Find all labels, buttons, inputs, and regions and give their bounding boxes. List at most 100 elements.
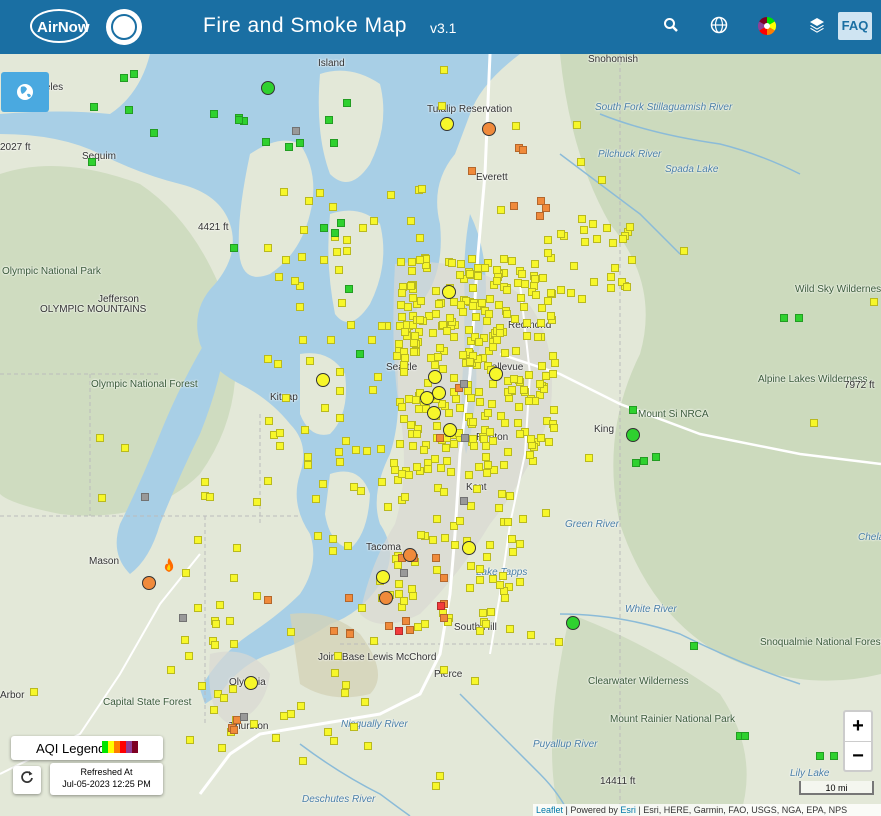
sensor-marker[interactable] xyxy=(336,387,345,396)
sensor-marker[interactable] xyxy=(230,726,238,734)
sensor-marker[interactable] xyxy=(287,710,296,719)
sensor-marker[interactable] xyxy=(456,516,465,525)
sensor-marker[interactable] xyxy=(319,479,328,488)
sensor-marker[interactable] xyxy=(536,434,545,443)
sensor-marker[interactable] xyxy=(589,277,598,286)
sensor-marker[interactable] xyxy=(335,265,344,274)
sensor-marker[interactable] xyxy=(331,229,339,237)
sensor-marker[interactable] xyxy=(780,314,788,322)
sensor-marker[interactable] xyxy=(543,248,552,257)
sensor-marker[interactable] xyxy=(334,651,342,660)
sensor-marker[interactable] xyxy=(496,411,505,420)
sensor-marker[interactable] xyxy=(521,279,530,288)
monitor-marker[interactable] xyxy=(489,367,503,381)
monitor-marker[interactable] xyxy=(376,570,390,584)
sensor-marker[interactable] xyxy=(264,354,273,363)
monitor-marker[interactable] xyxy=(443,423,457,437)
sensor-marker[interactable] xyxy=(167,666,175,674)
sensor-marker[interactable] xyxy=(533,332,542,341)
sensor-marker[interactable] xyxy=(350,722,359,731)
sensor-marker[interactable] xyxy=(262,138,270,146)
sensor-marker[interactable] xyxy=(406,281,415,290)
sensor-marker[interactable] xyxy=(496,329,505,338)
sensor-marker[interactable] xyxy=(264,243,273,252)
sensor-marker[interactable] xyxy=(253,592,261,600)
sensor-marker[interactable] xyxy=(509,547,518,556)
sensor-marker[interactable] xyxy=(230,244,238,252)
sensor-marker[interactable] xyxy=(370,636,379,645)
sensor-marker[interactable] xyxy=(588,220,597,229)
sensor-marker[interactable] xyxy=(416,256,425,265)
sensor-marker[interactable] xyxy=(466,584,475,593)
sensor-marker[interactable] xyxy=(548,351,557,360)
sensor-marker[interactable] xyxy=(469,283,478,292)
monitor-marker[interactable] xyxy=(482,122,496,136)
sensor-marker[interactable] xyxy=(377,478,386,487)
sensor-marker[interactable] xyxy=(464,470,473,479)
sensor-marker[interactable] xyxy=(313,532,322,541)
sensor-marker[interactable] xyxy=(418,185,426,193)
sensor-marker[interactable] xyxy=(472,312,481,321)
sensor-marker[interactable] xyxy=(546,311,555,320)
sensor-marker[interactable] xyxy=(363,742,372,751)
sensor-marker[interactable] xyxy=(415,233,424,242)
sensor-marker[interactable] xyxy=(505,492,514,501)
sensor-marker[interactable] xyxy=(492,276,501,285)
sensor-marker[interactable] xyxy=(494,301,503,310)
sensor-marker[interactable] xyxy=(581,237,590,246)
monitor-marker[interactable] xyxy=(261,81,275,95)
sensor-marker[interactable] xyxy=(399,414,408,423)
sensor-marker[interactable] xyxy=(406,216,415,225)
sensor-marker[interactable] xyxy=(386,190,395,199)
sensor-marker[interactable] xyxy=(495,581,504,590)
sensor-marker[interactable] xyxy=(488,343,497,352)
sensor-marker[interactable] xyxy=(497,206,505,214)
sensor-marker[interactable] xyxy=(499,255,508,264)
sensor-marker[interactable] xyxy=(90,103,98,111)
sensor-marker[interactable] xyxy=(519,385,528,394)
sensor-marker[interactable] xyxy=(578,294,587,303)
sensor-marker[interactable] xyxy=(536,380,545,389)
sensor-marker[interactable] xyxy=(512,122,520,130)
sensor-marker[interactable] xyxy=(276,428,285,437)
sensor-marker[interactable] xyxy=(404,302,413,311)
sensor-marker[interactable] xyxy=(377,321,386,330)
sensor-marker[interactable] xyxy=(509,375,518,384)
sensor-marker[interactable] xyxy=(473,484,482,493)
monitor-marker[interactable] xyxy=(440,117,454,131)
sensor-marker[interactable] xyxy=(607,283,616,292)
sensor-marker[interactable] xyxy=(229,685,238,694)
sensor-marker[interactable] xyxy=(497,489,506,498)
sensor-marker[interactable] xyxy=(395,339,403,348)
epa-logo[interactable] xyxy=(106,9,142,45)
sensor-marker[interactable] xyxy=(385,622,393,630)
sensor-marker[interactable] xyxy=(478,299,487,308)
monitor-marker[interactable] xyxy=(379,591,393,605)
sensor-marker[interactable] xyxy=(30,688,38,696)
sensor-marker[interactable] xyxy=(368,386,377,395)
color-wheel-icon[interactable] xyxy=(756,16,778,38)
sensor-marker[interactable] xyxy=(440,534,449,543)
search-icon[interactable] xyxy=(660,16,682,38)
sensor-marker[interactable] xyxy=(336,413,345,422)
sensor-marker[interactable] xyxy=(500,419,509,428)
sensor-marker[interactable] xyxy=(275,273,284,282)
sensor-marker[interactable] xyxy=(503,518,512,527)
sensor-marker[interactable] xyxy=(465,325,474,334)
sensor-marker[interactable] xyxy=(212,620,220,628)
sensor-marker[interactable] xyxy=(690,642,698,650)
globe-button[interactable] xyxy=(1,72,49,112)
sensor-marker[interactable] xyxy=(408,293,417,302)
sensor-marker[interactable] xyxy=(198,681,207,690)
sensor-marker[interactable] xyxy=(502,310,511,319)
sensor-marker[interactable] xyxy=(217,743,226,752)
sensor-marker[interactable] xyxy=(395,627,403,635)
sensor-marker[interactable] xyxy=(573,121,581,129)
sensor-marker[interactable] xyxy=(516,293,525,302)
sensor-marker[interactable] xyxy=(475,627,484,636)
sensor-marker[interactable] xyxy=(306,357,315,366)
sensor-marker[interactable] xyxy=(338,298,347,307)
sensor-marker[interactable] xyxy=(179,614,187,622)
sensor-marker[interactable] xyxy=(473,271,482,280)
sensor-marker[interactable] xyxy=(507,385,516,394)
